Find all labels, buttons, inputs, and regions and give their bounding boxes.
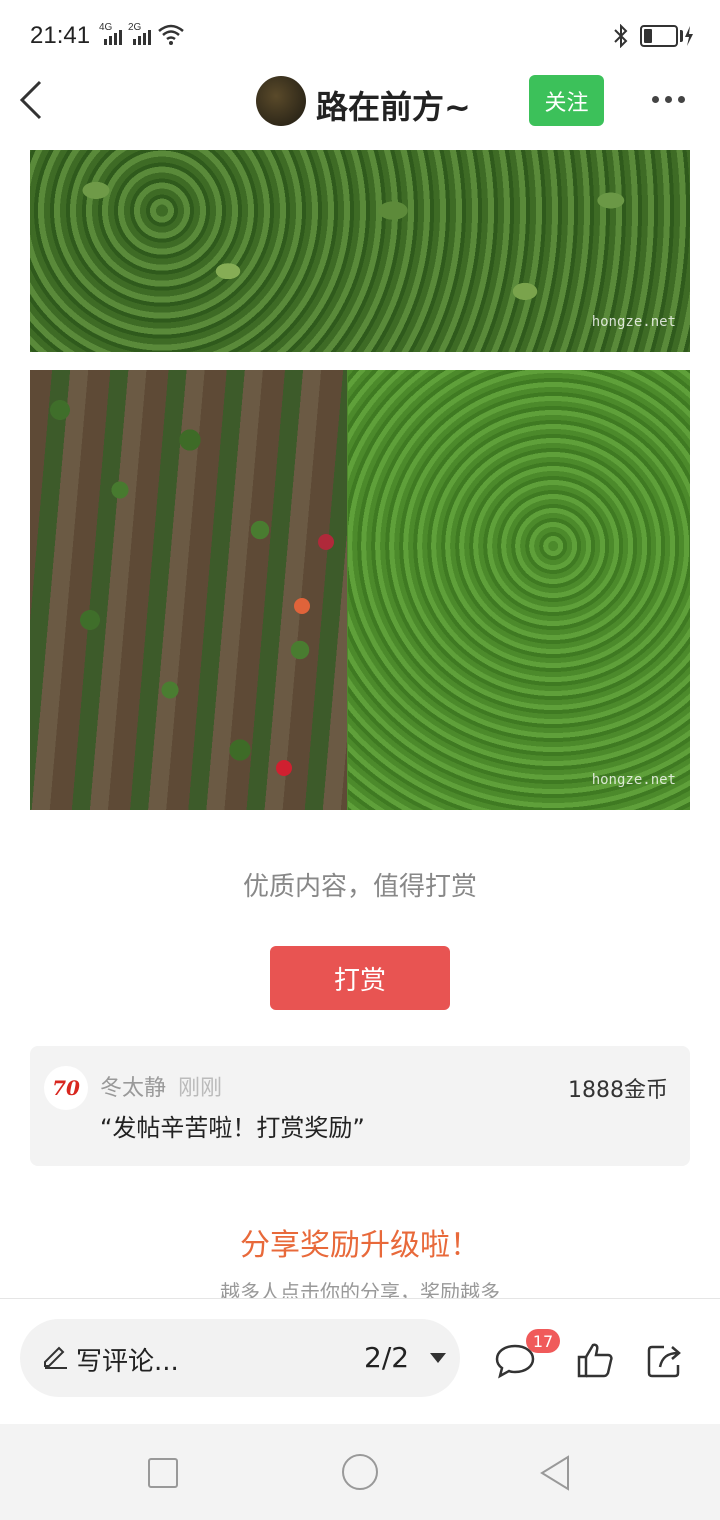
share-reward-subtitle: 越多人点击你的分享，奖励越多 [220,1280,500,1298]
post-image[interactable]: hongze.net [30,370,690,810]
status-bar: 21:41 4G 2G [0,0,720,70]
back-triangle-icon[interactable] [538,1454,572,1492]
page-indicator[interactable]: 2/2 [364,1341,409,1374]
share-reward-title: 分享奖励升级啦！ [240,1228,480,1263]
reward-prompt: 优质内容，值得打赏 [242,872,477,902]
signal-icon [104,30,122,45]
tip-message: “发帖辛苦啦！打赏奖励” [100,1114,365,1142]
tip-timestamp: 刚刚 [178,1076,223,1101]
farmer-figure [318,534,334,550]
battery-tip [680,30,683,42]
image-watermark: hongze.net [591,772,676,788]
reward-record: 70 冬太静 刚刚 1888金币 “发帖辛苦啦！打赏奖励” [30,1046,690,1166]
farmer-figure [294,598,310,614]
bluetooth-icon [614,24,628,48]
avatar[interactable] [256,76,306,126]
post-image[interactable]: hongze.net [30,150,690,352]
battery-icon [640,25,678,47]
thumbs-up-icon[interactable] [576,1341,614,1379]
pen-icon [44,1346,67,1369]
signal-icon [133,30,151,45]
follow-button[interactable]: 关注 [529,75,604,126]
avatar-70-logo: 70 [52,1076,80,1100]
caret-down-icon[interactable] [430,1353,446,1363]
comment-input[interactable]: 写评论... 2/2 [20,1319,460,1397]
author-name[interactable]: 路在前方~ [316,82,471,128]
more-dots-icon[interactable] [652,96,685,103]
recent-apps-icon[interactable] [148,1458,178,1488]
tipper-name[interactable]: 冬太静 [100,1070,166,1102]
post-header: 路在前方~ 关注 [0,70,720,134]
charging-icon [685,26,693,46]
tip-coin-amount: 1888金币 [568,1078,668,1103]
system-navigation-bar [0,1424,720,1520]
reward-button[interactable]: 打赏 [270,946,450,1010]
bottom-action-bar: 写评论... 2/2 17 [0,1298,720,1424]
farmer-figure [276,760,292,776]
share-icon[interactable] [646,1343,684,1379]
comment-count-badge: 17 [526,1329,560,1353]
status-time: 21:41 [30,22,91,49]
wifi-icon [158,24,184,45]
image-watermark: hongze.net [591,314,676,330]
home-icon[interactable] [342,1454,378,1490]
avatar[interactable]: 70 [44,1066,88,1110]
comment-placeholder: 写评论... [76,1347,179,1377]
chevron-left-icon[interactable] [18,80,44,120]
